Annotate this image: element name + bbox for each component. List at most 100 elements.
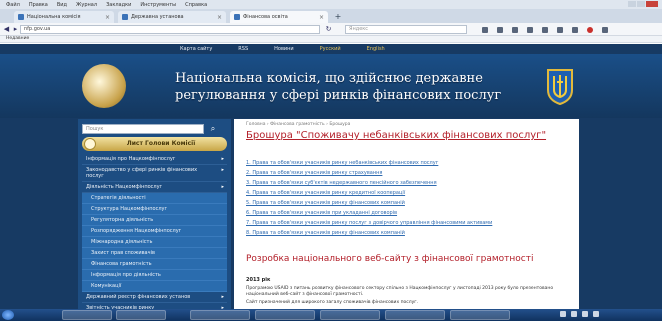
volume-icon[interactable] <box>571 311 577 317</box>
browser-menu-bar: Файл Правка Вид Журнал Закладки Инструме… <box>0 0 662 9</box>
start-menu-icon[interactable] <box>2 310 14 320</box>
chevron-right-icon: ▸ <box>221 167 224 173</box>
menu-item[interactable]: Закладки <box>106 2 131 8</box>
sidebar-item-label: Міжнародна діяльність <box>91 239 153 245</box>
browser-search-input[interactable]: Яндекс <box>345 25 467 34</box>
menu-item[interactable]: Справка <box>185 2 207 8</box>
sidebar-item[interactable]: Фінансова грамотність <box>82 259 227 270</box>
menu-item[interactable]: Вид <box>57 2 67 8</box>
favicon-icon <box>122 14 128 20</box>
minimize-icon[interactable] <box>628 1 636 7</box>
tab-label: Фінансова освіта <box>243 14 288 20</box>
brochure-link-list: 1. Права та обов'язки учасників ринку не… <box>246 160 571 240</box>
brochure-link[interactable]: 4. Права та обов'язки учасників ринку кр… <box>246 190 571 196</box>
browser-tab[interactable]: Національна комісія × <box>14 11 114 23</box>
tab-label: Національна комісія <box>27 14 81 20</box>
bookmark-star-icon[interactable] <box>495 25 504 34</box>
brochure-link[interactable]: 3. Права та обов'язки суб'єктів недержав… <box>246 180 571 186</box>
section-date: 2013 рік <box>246 277 271 283</box>
forward-icon[interactable]: ▸ <box>11 25 20 34</box>
taskbar-app-button[interactable] <box>255 310 315 320</box>
taskbar-app-button[interactable] <box>320 310 380 320</box>
print-icon[interactable] <box>570 25 579 34</box>
sidebar-item[interactable]: Захист прав споживачів <box>82 248 227 259</box>
sync-icon[interactable] <box>555 25 564 34</box>
site-top-nav: Карта сайту RSS Новини Русский English <box>180 44 600 54</box>
site-search-input[interactable]: Пошук <box>82 124 204 134</box>
top-link-news[interactable]: Новини <box>274 46 294 52</box>
sidebar-item[interactable]: Розпорядження Нацкомфінпослуг <box>82 226 227 237</box>
addon-red-icon[interactable] <box>585 25 594 34</box>
maximize-icon[interactable] <box>637 1 645 7</box>
language-icon[interactable] <box>582 311 588 317</box>
bookmarks-bar: Недавние <box>0 36 662 43</box>
bookmark-item[interactable]: Недавние <box>6 36 29 41</box>
navigation-bar: ◀ ▸ nfp.gov.ua ↻ Яндекс <box>0 23 662 36</box>
sidebar-item-label: Структура Нацкомфінпослуг <box>91 206 168 212</box>
breadcrumb[interactable]: Головна › Фінансова грамотність › Брошур… <box>246 122 350 127</box>
commission-emblem-icon <box>82 64 126 108</box>
brochure-link[interactable]: 6. Права та обов'язки учасників при укла… <box>246 210 571 216</box>
download-icon[interactable] <box>510 25 519 34</box>
sidebar-item[interactable]: Комунікації <box>82 281 227 292</box>
brochure-link[interactable]: 2. Права та обов'язки учасників ринку ст… <box>246 170 571 176</box>
brochure-link[interactable]: 8. Права та обов'язки учасників ринку фі… <box>246 230 571 236</box>
chevron-right-icon: ▸ <box>221 294 224 300</box>
brochure-link[interactable]: 5. Права та обов'язки учасників ринку фі… <box>246 200 571 206</box>
new-tab-icon[interactable]: + <box>331 12 345 22</box>
brochure-link[interactable]: 1. Права та обов'язки учасників ринку не… <box>246 160 571 166</box>
reload-icon[interactable]: ↻ <box>324 25 333 34</box>
sidebar-item[interactable]: Інформація про діяльність <box>82 270 227 281</box>
search-icon[interactable]: ⌕ <box>208 124 218 134</box>
taskbar-app-button[interactable] <box>116 310 166 320</box>
close-tab-icon[interactable]: × <box>217 14 222 21</box>
tab-bar: Національна комісія × Державна установа … <box>0 9 662 23</box>
addon-icon[interactable] <box>540 25 549 34</box>
favicon-icon <box>234 14 240 20</box>
network-icon[interactable] <box>560 311 566 317</box>
brochure-link[interactable]: 7. Права та обов'язки учасників ринку по… <box>246 220 571 226</box>
sidebar-item[interactable]: Стратегія діяльності <box>82 193 227 204</box>
sidebar-item-label: Розпорядження Нацкомфінпослуг <box>91 228 182 234</box>
sidebar-item[interactable]: Інформація про Нацкомфінпослуг ▸ <box>82 154 227 165</box>
history-icon[interactable] <box>525 25 534 34</box>
site-title: Національна комісія, що здійснює державн… <box>175 71 502 103</box>
sidebar-item[interactable]: Державний реєстр фінансових установ ▸ <box>82 292 227 303</box>
favicon-icon <box>18 14 24 20</box>
sidebar-item-label: Комунікації <box>91 283 122 289</box>
top-link-sitemap[interactable]: Карта сайту <box>180 46 212 52</box>
section-body: Програмою USAID з питань розвитку фінанс… <box>246 286 571 308</box>
sidebar-item[interactable]: Регуляторна діяльність <box>82 215 227 226</box>
menu-icon[interactable] <box>600 25 609 34</box>
head-letter-banner[interactable]: Лист Голови Комісії <box>82 137 227 151</box>
address-bar[interactable]: nfp.gov.ua <box>20 25 320 34</box>
home-icon[interactable] <box>480 25 489 34</box>
menu-item[interactable]: Инструменты <box>140 2 176 8</box>
browser-tab[interactable]: Державна установа × <box>118 11 226 23</box>
taskbar-app-button[interactable] <box>450 310 510 320</box>
sidebar-item[interactable]: Міжнародна діяльність <box>82 237 227 248</box>
banner-label: Лист Голови Комісії <box>126 140 196 147</box>
sidebar-item-label: Діяльність Нацкомфінпослуг <box>86 184 163 190</box>
menu-item[interactable]: Журнал <box>76 2 97 8</box>
top-link-rss[interactable]: RSS <box>238 46 248 52</box>
paragraph: Програмою USAID з питань розвитку фінанс… <box>246 286 554 297</box>
top-link-lang-ru[interactable]: Русский <box>320 46 341 52</box>
taskbar-app-button[interactable] <box>385 310 445 320</box>
sidebar-item[interactable]: Структура Нацкомфінпослуг <box>82 204 227 215</box>
sidebar-item-label: Державний реєстр фінансових установ <box>86 294 191 300</box>
sidebar-item[interactable]: Діяльність Нацкомфінпослуг ▸ <box>82 182 227 193</box>
close-window-icon[interactable] <box>646 1 658 7</box>
sidebar-item[interactable]: Законодавство у сфері ринків фінансових … <box>82 165 227 182</box>
taskbar-app-button[interactable] <box>62 310 112 320</box>
taskbar-app-button[interactable] <box>190 310 250 320</box>
menu-item[interactable]: Файл <box>6 2 20 8</box>
browser-tab-active[interactable]: Фінансова освіта × <box>230 11 328 23</box>
close-tab-icon[interactable]: × <box>319 14 324 21</box>
clock-icon[interactable] <box>593 311 599 317</box>
back-icon[interactable]: ◀ <box>2 25 11 34</box>
menu-item[interactable]: Правка <box>29 2 48 8</box>
top-link-lang-en[interactable]: English <box>367 46 385 52</box>
close-tab-icon[interactable]: × <box>105 14 110 21</box>
main-content: Головна › Фінансова грамотність › Брошур… <box>234 119 579 309</box>
